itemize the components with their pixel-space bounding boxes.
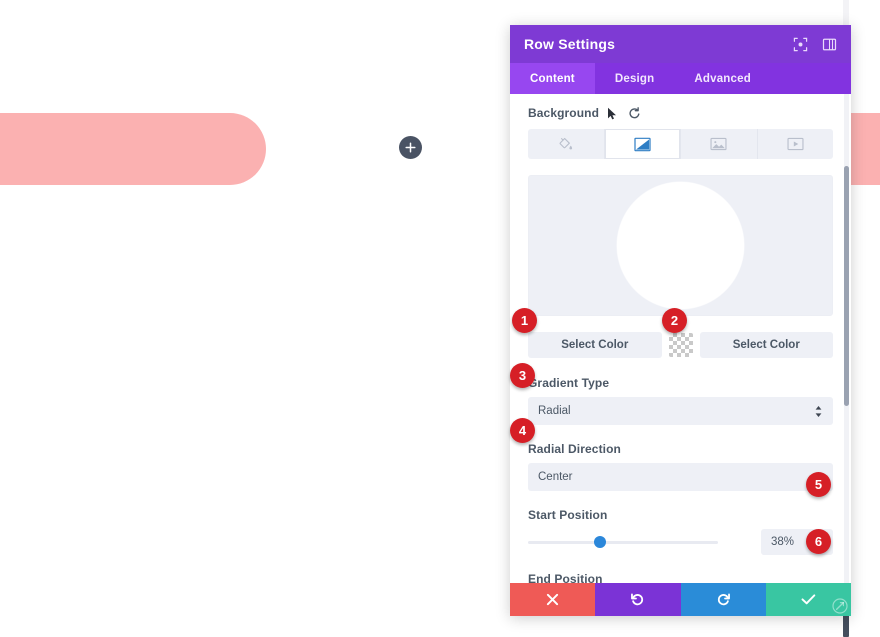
screen: Row Settings Content Design Advanced Bac… <box>0 0 880 637</box>
x-icon <box>546 593 559 606</box>
cancel-button[interactable] <box>510 583 596 616</box>
cursor-pointer-icon[interactable] <box>607 107 620 120</box>
transparency-swatch[interactable] <box>668 333 693 357</box>
gradient-preview <box>528 175 833 316</box>
check-icon <box>801 593 816 606</box>
page-title: Row Settings <box>524 36 616 52</box>
chevron-updown-icon <box>814 405 823 418</box>
redo-button[interactable] <box>680 583 766 616</box>
callout-badge-1: 1 <box>512 308 537 333</box>
background-label-row: Background <box>528 106 833 120</box>
row-block-right[interactable] <box>851 113 880 185</box>
radial-direction-label: Radial Direction <box>528 442 621 456</box>
end-position-label: End Position <box>528 572 603 583</box>
background-video-tab[interactable] <box>758 129 834 159</box>
background-gradient-tab[interactable] <box>604 129 681 159</box>
gradient-color-row: Select Color Select Color <box>528 332 833 358</box>
radial-direction-group: Radial Direction Center <box>528 442 833 491</box>
background-type-tabs <box>528 129 833 159</box>
image-icon <box>710 137 727 151</box>
start-position-slider[interactable] <box>528 534 718 550</box>
layout-columns-icon[interactable] <box>821 36 837 52</box>
modal-header: Row Settings <box>510 25 851 63</box>
gradient-type-group: Gradient Type Radial <box>528 376 833 425</box>
radial-direction-value: Center <box>538 471 573 483</box>
resize-handle[interactable] <box>831 597 849 615</box>
callout-badge-5: 5 <box>806 472 831 497</box>
reset-icon[interactable] <box>628 106 641 120</box>
video-icon <box>787 137 804 151</box>
start-position-row: 38% <box>528 529 833 555</box>
callout-badge-2: 2 <box>662 308 687 333</box>
background-image-tab[interactable] <box>681 129 758 159</box>
callout-badge-6: 6 <box>806 529 831 554</box>
callout-badge-3: 3 <box>510 363 535 388</box>
background-color-tab[interactable] <box>528 129 605 159</box>
background-label: Background <box>528 106 600 120</box>
undo-icon <box>630 592 645 607</box>
start-position-group: Start Position 38% <box>528 508 833 555</box>
select-color-end-button[interactable]: Select Color <box>699 332 833 358</box>
undo-button[interactable] <box>595 583 681 616</box>
paint-bucket-icon <box>558 137 573 152</box>
gradient-type-value: Radial <box>538 405 571 417</box>
start-position-label: Start Position <box>528 508 608 522</box>
modal-header-actions <box>792 36 837 52</box>
row-block-left[interactable] <box>0 113 266 185</box>
add-row-button[interactable] <box>399 136 422 159</box>
modal-tabs: Content Design Advanced <box>510 63 851 94</box>
slider-handle[interactable] <box>594 536 607 548</box>
focus-icon[interactable] <box>792 36 808 52</box>
slider-track <box>528 540 718 544</box>
modal-action-bar <box>510 583 851 616</box>
tab-content[interactable]: Content <box>510 63 595 94</box>
gradient-icon <box>634 137 651 152</box>
modal-body: Background Select Color Select Color Gra… <box>510 94 851 583</box>
select-color-start-button[interactable]: Select Color <box>528 332 662 358</box>
tab-design[interactable]: Design <box>595 63 675 94</box>
gradient-type-label: Gradient Type <box>528 376 610 390</box>
callout-badge-4: 4 <box>510 418 535 443</box>
gradient-type-select[interactable]: Radial <box>528 397 833 425</box>
tab-advanced[interactable]: Advanced <box>674 63 771 94</box>
radial-direction-select[interactable]: Center <box>528 463 833 491</box>
end-position-group: End Position 38% <box>528 572 833 583</box>
modal-scrollbar-thumb[interactable] <box>844 166 849 406</box>
redo-icon <box>716 592 731 607</box>
